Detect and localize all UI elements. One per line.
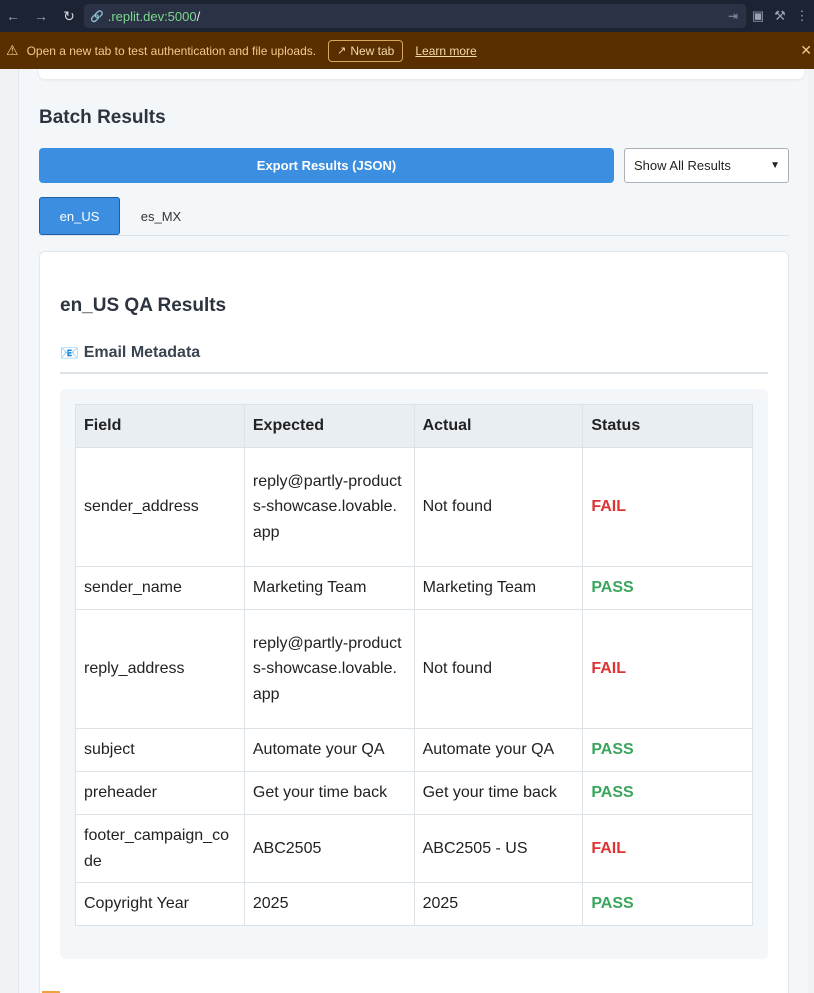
expected-cell: reply@partly-products-showcase.lovable.a…: [243, 447, 415, 567]
learn-more-link[interactable]: Learn more: [415, 44, 476, 58]
url-host: .replit.dev:5000: [107, 8, 197, 24]
actual-cell: 2025: [413, 882, 584, 926]
chevron-down-icon: ▼: [770, 160, 780, 171]
status-badge: FAIL: [582, 609, 753, 729]
field-cell: sender_address: [75, 447, 245, 567]
table-row: footer_campaign_code ABC2505 ABC2505 - U…: [75, 814, 753, 883]
metadata-heading: 📧 Email Metadata: [60, 344, 768, 374]
metadata-table-container: Field Expected Actual Status sender_addr…: [60, 389, 768, 959]
locale-tabs: en_US es_MX: [39, 197, 789, 236]
forward-arrow-icon[interactable]: →: [30, 5, 52, 27]
warning-banner: ⚠ Open a new tab to test authentication …: [0, 32, 814, 69]
reload-icon[interactable]: ↻: [58, 5, 80, 27]
actual-cell: ABC2505 - US: [413, 814, 584, 883]
table-row: sender_name Marketing Team Marketing Tea…: [75, 566, 753, 610]
wrench-icon[interactable]: ⚒: [772, 8, 788, 24]
back-arrow-icon[interactable]: ←: [2, 5, 24, 27]
status-badge: PASS: [582, 728, 753, 772]
expected-cell: reply@partly-products-showcase.lovable.a…: [243, 609, 415, 729]
actual-cell: Get your time back: [413, 771, 584, 815]
column-header-field: Field: [75, 404, 245, 448]
external-link-icon: ↗: [337, 45, 347, 57]
table-row: reply_address reply@partly-products-show…: [75, 609, 753, 729]
close-icon[interactable]: ✕: [800, 42, 812, 59]
metadata-table: Field Expected Actual Status sender_addr…: [75, 404, 753, 926]
table-row: preheader Get your time back Get your ti…: [75, 771, 753, 815]
address-bar[interactable]: 🔗 .replit.dev:5000 / ⇥: [84, 4, 746, 28]
field-cell: preheader: [75, 771, 245, 815]
actual-cell: Marketing Team: [413, 566, 584, 610]
previous-card-edge: [39, 69, 804, 79]
status-badge: PASS: [582, 566, 753, 610]
warning-icon: ⚠: [6, 42, 19, 58]
section-title: Batch Results: [39, 107, 166, 128]
envelope-icon: 📧: [60, 345, 79, 362]
status-badge: PASS: [582, 771, 753, 815]
field-cell: sender_name: [75, 566, 245, 610]
expected-cell: ABC2505: [243, 814, 415, 883]
field-cell: footer_campaign_code: [75, 814, 245, 883]
results-filter-select[interactable]: Show All Results ▼: [624, 148, 789, 183]
expected-cell: Marketing Team: [243, 566, 415, 610]
expected-cell: Automate your QA: [243, 728, 415, 772]
open-external-icon[interactable]: ⇥: [728, 9, 738, 23]
results-card: en_US QA Results 📧 Email Metadata Field …: [39, 251, 789, 993]
link-icon: 🔗: [90, 10, 104, 23]
status-badge: PASS: [582, 882, 753, 926]
status-badge: FAIL: [582, 814, 753, 883]
url-path: /: [196, 8, 201, 24]
new-tab-label: New tab: [350, 43, 395, 58]
table-row: sender_address reply@partly-products-sho…: [75, 447, 753, 567]
browser-toolbar: ← → ↻ 🔗 .replit.dev:5000 / ⇥ ▣ ⚒ ⋮: [0, 0, 814, 32]
new-tab-button[interactable]: ↗ New tab: [328, 39, 404, 62]
table-row: Copyright Year 2025 2025 PASS: [75, 882, 753, 926]
devices-icon[interactable]: ▣: [750, 8, 766, 24]
status-badge: FAIL: [582, 447, 753, 567]
column-header-status: Status: [582, 404, 753, 448]
expected-cell: Get your time back: [243, 771, 415, 815]
field-cell: Copyright Year: [75, 882, 245, 926]
field-cell: subject: [75, 728, 245, 772]
actual-cell: Not found: [413, 609, 584, 729]
column-header-expected: Expected: [243, 404, 415, 448]
tab-en-us[interactable]: en_US: [39, 197, 120, 235]
table-row: subject Automate your QA Automate your Q…: [75, 728, 753, 772]
actual-cell: Automate your QA: [413, 728, 584, 772]
tab-es-mx[interactable]: es_MX: [123, 197, 199, 235]
actual-cell: Not found: [413, 447, 584, 567]
metadata-heading-label: Email Metadata: [83, 344, 201, 361]
expected-cell: 2025: [243, 882, 415, 926]
more-icon[interactable]: ⋮: [794, 8, 810, 24]
table-header-row: Field Expected Actual Status: [75, 404, 753, 448]
results-title: en_US QA Results: [60, 295, 227, 316]
main-panel: Batch Results Export Results (JSON) Show…: [18, 69, 808, 993]
banner-message: Open a new tab to test authentication an…: [26, 43, 317, 58]
field-cell: reply_address: [75, 609, 245, 729]
column-header-actual: Actual: [413, 404, 584, 448]
export-results-button[interactable]: Export Results (JSON): [39, 148, 614, 183]
filter-selected-value: Show All Results: [634, 158, 731, 173]
